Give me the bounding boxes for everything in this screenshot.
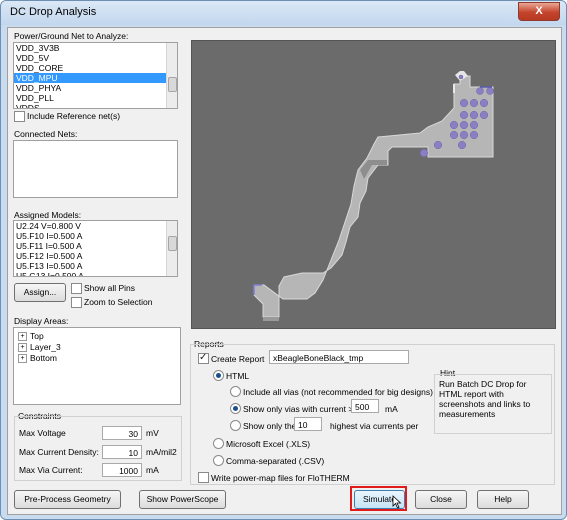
microsoft-excel-label: Microsoft Excel (.XLS)	[226, 439, 311, 449]
assign-button[interactable]: Assign...	[14, 283, 66, 302]
display-areas-tree[interactable]: + Top + Layer_3 + Bottom	[13, 327, 181, 405]
nets-label: Power/Ground Net to Analyze:	[14, 31, 129, 41]
write-power-map-checkbox[interactable]	[198, 472, 209, 483]
net-list-item[interactable]: VDD_3V3B	[14, 43, 177, 53]
net-list-scroll-thumb[interactable]	[168, 77, 177, 92]
display-area-item[interactable]: + Bottom	[14, 353, 180, 364]
display-area-label: Bottom	[30, 353, 57, 363]
comma-separated-label: Comma-separated (.CSV)	[226, 456, 325, 466]
show-only-vias-label: Show only vias with current >	[243, 404, 354, 414]
net-list-item[interactable]: VDD_PLL	[14, 93, 177, 103]
max-via-current-label: Max Via Current:	[19, 465, 83, 475]
net-list-item[interactable]: VDD_MPU	[14, 73, 177, 83]
max-current-density-unit: mA/mil2	[146, 447, 177, 457]
via-current-threshold-input[interactable]: 500	[351, 399, 379, 413]
preprocess-geometry-button[interactable]: Pre-Process Geometry	[14, 490, 121, 509]
dc-drop-window: DC Drop Analysis X Power/Ground Net to A…	[0, 0, 567, 520]
display-area-label: Top	[30, 331, 44, 341]
max-via-current-unit: mA	[146, 465, 159, 475]
layout-viewer[interactable]	[191, 40, 556, 329]
microsoft-excel-radio[interactable]	[213, 438, 224, 449]
show-only-the-radio[interactable]	[230, 420, 241, 431]
hint-text: Run Batch DC Drop for HTML report with s…	[439, 379, 531, 419]
assigned-model-item[interactable]: U5.F11 I=0.500 A	[14, 241, 177, 251]
display-areas-label: Display Areas:	[14, 316, 69, 326]
include-all-vias-label: Include all vias (not recommended for bi…	[243, 387, 433, 397]
create-report-checkbox[interactable]	[198, 352, 209, 364]
include-all-vias-radio[interactable]	[230, 386, 241, 397]
net-list-item[interactable]: VDD_5V	[14, 53, 177, 63]
assigned-model-item[interactable]: U5.F10 I=0.500 A	[14, 231, 177, 241]
zoom-to-selection-label: Zoom to Selection	[84, 297, 153, 307]
show-only-vias-radio[interactable]	[230, 403, 241, 414]
net-list[interactable]: VDD_3V3B VDD_5V VDD_CORE VDD_MPU VDD_PHYA VDD…	[13, 42, 178, 109]
write-power-map-label: Write power-map files for FloTHERM	[211, 473, 350, 483]
models-list-scrollbar[interactable]	[166, 221, 177, 276]
pcb-layout-graphic	[253, 71, 494, 321]
assigned-model-item[interactable]: U5.F13 I=0.500 A	[14, 261, 177, 271]
net-list-item[interactable]: VDD_CORE	[14, 63, 177, 73]
max-current-density-input[interactable]: 10	[102, 445, 142, 459]
connected-nets-list[interactable]	[13, 140, 178, 198]
assigned-model-item[interactable]: U5.F12 I=0.500 A	[14, 251, 177, 261]
dialog-body: Power/Ground Net to Analyze: VDD_3V3B VDD…	[7, 27, 562, 515]
display-area-item[interactable]: + Top	[14, 331, 180, 342]
models-list-scroll-thumb[interactable]	[168, 236, 177, 251]
net-list-item[interactable]: VDDS	[14, 103, 177, 108]
expand-icon[interactable]: +	[18, 343, 27, 353]
assigned-models-list[interactable]: U2.24 V=0.800 V U5.F10 I=0.500 A U5.F11 I=…	[13, 220, 178, 277]
create-report-label: Create Report	[211, 354, 265, 364]
highest-via-currents-label: highest via currents per	[330, 421, 419, 431]
window-close-button[interactable]: X	[518, 2, 560, 21]
assigned-model-item[interactable]: U5.G13 I=0.500 A	[14, 271, 177, 276]
via-current-unit: mA	[385, 404, 398, 414]
comma-separated-radio[interactable]	[213, 455, 224, 466]
assigned-models-label: Assigned Models:	[14, 210, 82, 220]
show-all-pins-checkbox[interactable]	[71, 283, 82, 294]
max-voltage-label: Max Voltage	[19, 428, 66, 438]
expand-icon[interactable]: +	[18, 332, 27, 342]
highest-count-input[interactable]: 10	[294, 417, 322, 431]
html-label: HTML	[226, 371, 250, 381]
zoom-to-selection-checkbox[interactable]	[71, 297, 82, 308]
mouse-cursor-icon	[392, 495, 402, 509]
max-current-density-label: Max Current Density:	[19, 447, 99, 457]
title-bar: DC Drop Analysis X	[1, 1, 566, 25]
net-list-scrollbar[interactable]	[166, 43, 177, 108]
include-reference-label: Include Reference net(s)	[27, 111, 121, 121]
window-title: DC Drop Analysis	[10, 6, 97, 18]
display-area-label: Layer_3	[30, 342, 61, 352]
max-voltage-unit: mV	[146, 428, 159, 438]
html-radio[interactable]	[213, 370, 224, 381]
close-button[interactable]: Close	[415, 490, 467, 509]
show-all-pins-label: Show all Pins	[84, 283, 136, 293]
include-reference-checkbox[interactable]	[14, 111, 25, 122]
max-voltage-input[interactable]: 30	[102, 426, 142, 440]
help-button[interactable]: Help	[477, 490, 529, 509]
assigned-model-item[interactable]: U2.24 V=0.800 V	[14, 221, 177, 231]
show-only-the-label: Show only the	[243, 421, 297, 431]
display-area-item[interactable]: + Layer_3	[14, 342, 180, 353]
connected-nets-label: Connected Nets:	[14, 129, 78, 139]
max-via-current-input[interactable]: 1000	[102, 463, 142, 477]
expand-icon[interactable]: +	[18, 354, 27, 364]
net-list-item[interactable]: VDD_PHYA	[14, 83, 177, 93]
show-powerscope-button[interactable]: Show PowerScope	[139, 490, 226, 509]
report-filename-input[interactable]: xBeagleBoneBlack_tmp	[269, 350, 409, 364]
